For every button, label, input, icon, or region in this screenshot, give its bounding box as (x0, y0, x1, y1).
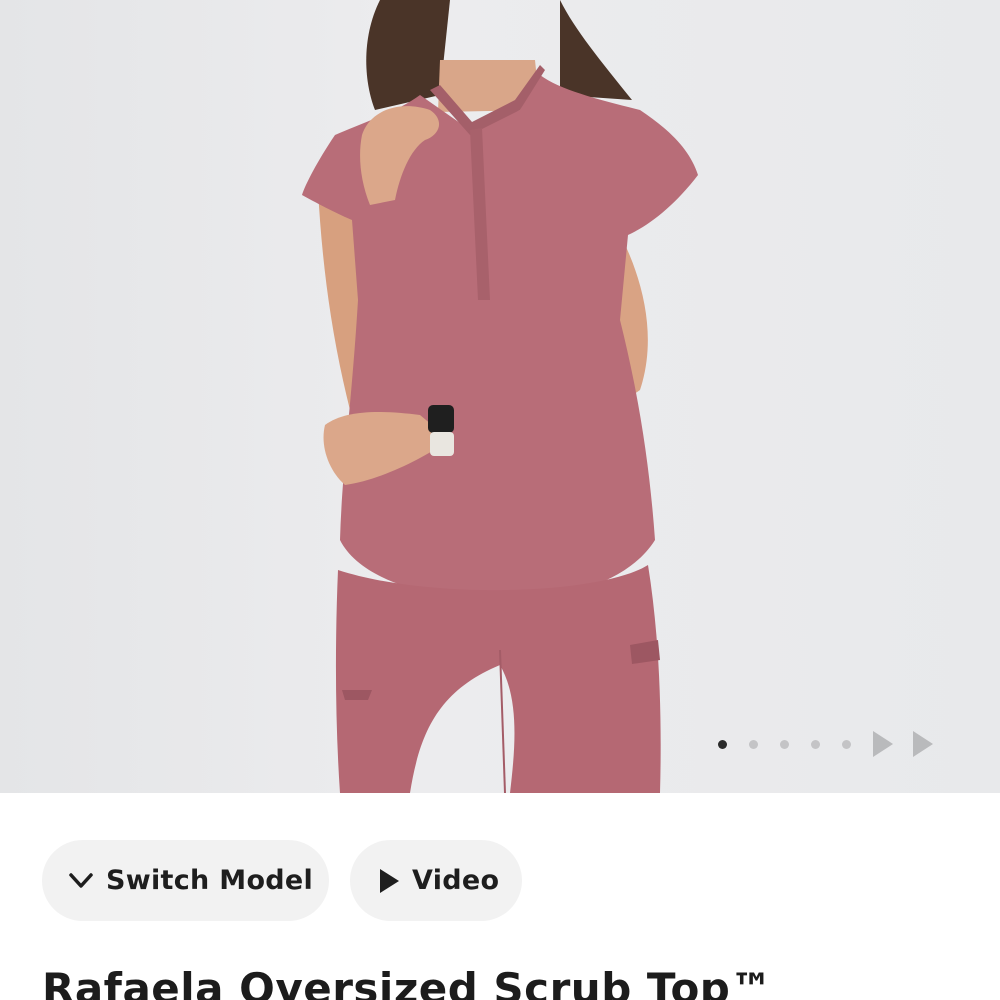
product-photo (302, 0, 698, 793)
gallery-pagination (718, 728, 933, 760)
chevron-down-icon (68, 872, 94, 890)
gallery-dot[interactable] (749, 739, 758, 749)
play-arrow-icon[interactable] (913, 731, 933, 757)
switch-model-label: Switch Model (106, 865, 314, 896)
product-title: Rafaela Oversized Scrub Top™ (42, 964, 773, 1000)
play-arrow-icon[interactable] (873, 731, 893, 757)
media-actions: Switch Model Video (42, 840, 522, 921)
video-button[interactable]: Video (350, 840, 522, 921)
gallery-dot[interactable] (811, 739, 820, 749)
product-image-gallery[interactable] (0, 0, 1000, 793)
play-icon (378, 868, 400, 894)
product-page: Switch Model Video Rafaela Oversized Scr… (0, 0, 1000, 1000)
gallery-dot[interactable] (842, 739, 851, 749)
video-label: Video (412, 865, 500, 896)
gallery-dot[interactable] (780, 739, 789, 749)
switch-model-button[interactable]: Switch Model (42, 840, 329, 921)
gallery-dot-active[interactable] (718, 739, 727, 749)
